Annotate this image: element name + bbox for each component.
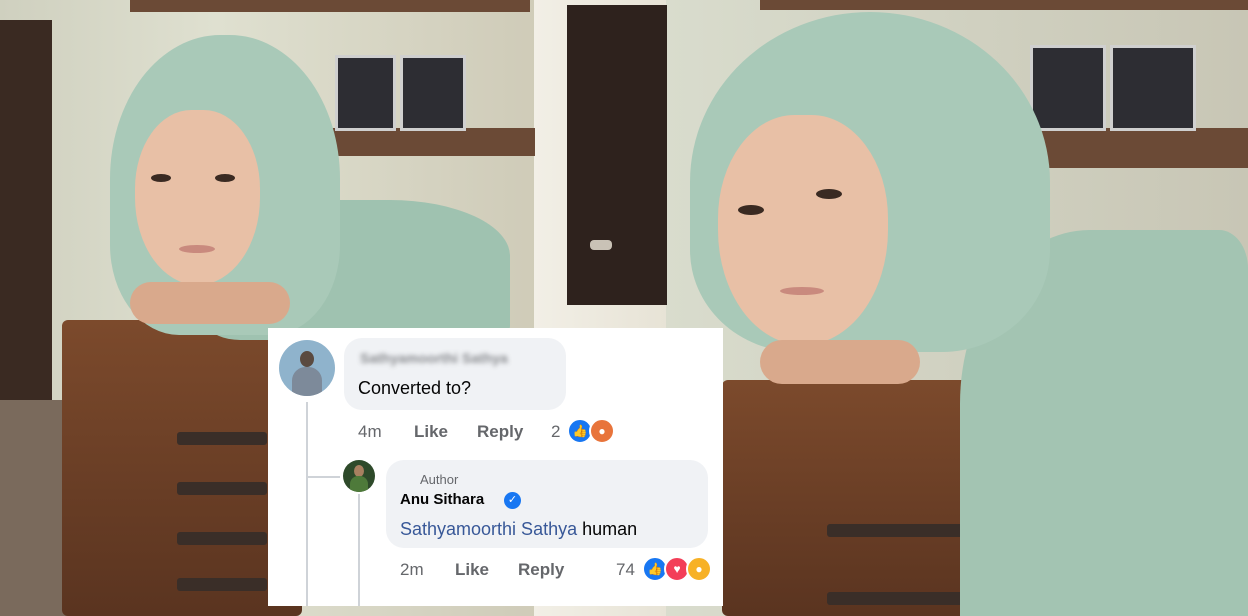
chair-back-left	[62, 320, 302, 616]
haha-reaction-icon: ●	[686, 556, 712, 582]
angry-reaction-icon: ●	[589, 418, 615, 444]
author-avatar[interactable]	[343, 460, 375, 492]
comment-text: Converted to?	[358, 378, 472, 398]
reply-text: human	[577, 519, 638, 539]
reply-text-line: Sathyamoorthi Sathya human	[400, 519, 637, 540]
chair-slat	[177, 578, 267, 591]
shelf	[130, 0, 530, 12]
framed-picture	[400, 55, 466, 131]
arms-right	[760, 340, 920, 384]
verified-badge-icon: ✓	[504, 492, 521, 509]
thread-line	[306, 476, 340, 478]
lips	[179, 245, 215, 253]
thread-line	[358, 494, 360, 606]
eye	[151, 174, 171, 182]
chair-slat	[177, 432, 267, 445]
eye	[215, 174, 235, 182]
door-left	[0, 20, 52, 400]
commenter-name-blurred[interactable]: Sathyamoorthi Sathya	[360, 350, 508, 366]
door-center	[567, 5, 667, 305]
thread-line	[306, 402, 308, 606]
reply-reaction-count[interactable]: 74	[616, 560, 635, 580]
framed-picture	[335, 55, 396, 131]
door-handle	[590, 240, 612, 250]
comment-bubble: Sathyamoorthi Sathya Converted to?	[344, 338, 566, 410]
reply-time[interactable]: 2m	[400, 560, 424, 580]
chair-slat	[177, 482, 267, 495]
facebook-comment-card: Sathyamoorthi Sathya Converted to? 4m Li…	[268, 328, 723, 606]
face-right	[718, 115, 888, 345]
reply-author-name[interactable]: Anu Sithara	[400, 491, 484, 508]
author-badge: Author	[420, 472, 459, 487]
lips	[780, 287, 824, 295]
reply-bubble: Author Anu Sithara ✓ Sathyamoorthi Sathy…	[386, 460, 708, 548]
chair-slat	[177, 532, 267, 545]
reply-like-button[interactable]: Like	[455, 560, 489, 580]
floor	[0, 400, 70, 616]
framed-picture	[1030, 45, 1106, 131]
eye	[816, 189, 842, 199]
framed-picture	[1110, 45, 1196, 131]
reaction-count[interactable]: 2	[551, 422, 560, 442]
shelf	[760, 0, 1248, 10]
comment-reply-button[interactable]: Reply	[477, 422, 523, 442]
commenter-avatar[interactable]	[279, 340, 335, 396]
mention-link[interactable]: Sathyamoorthi Sathya	[400, 519, 577, 539]
eye	[738, 205, 764, 215]
reply-reply-button[interactable]: Reply	[518, 560, 564, 580]
arms-left	[130, 282, 290, 324]
comment-time[interactable]: 4m	[358, 422, 382, 442]
comment-like-button[interactable]: Like	[414, 422, 448, 442]
face-left	[135, 110, 260, 285]
